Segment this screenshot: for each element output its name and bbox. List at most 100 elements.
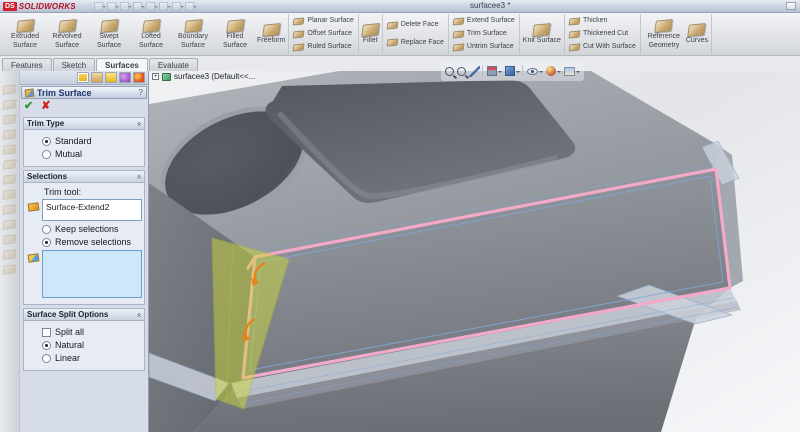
help-icon[interactable]: ? — [139, 88, 143, 97]
tab-surfaces[interactable]: Surfaces — [96, 58, 148, 71]
radio-label: Mutual — [55, 149, 83, 159]
propertymanager-tab-icon[interactable] — [77, 72, 89, 83]
filled-surface-button[interactable]: Filled Surface — [214, 17, 256, 50]
natural-radio[interactable]: Natural — [42, 340, 142, 350]
display-style-button[interactable] — [505, 65, 524, 77]
tab-sketch[interactable]: Sketch — [52, 58, 96, 71]
split-all-checkbox[interactable]: Split all — [42, 327, 142, 337]
trim-type-section-header[interactable]: Trim Type « — [24, 118, 144, 130]
chevron-down-icon[interactable] — [516, 71, 520, 75]
options-button[interactable] — [184, 1, 197, 11]
chevron-down-icon[interactable] — [557, 71, 561, 75]
standard-radio[interactable]: Standard — [42, 136, 142, 146]
thicken-button[interactable]: Thicken — [567, 15, 610, 27]
freeform-icon — [2, 174, 17, 185]
revolved-surface-button[interactable]: Revolved Surface — [46, 17, 88, 50]
extend-surface-icon — [452, 16, 465, 26]
part-icon — [162, 72, 171, 81]
trim-tool-face-icon — [27, 202, 40, 212]
surface-split-options-section: Surface Split Options « Split all Natura… — [23, 308, 145, 371]
delete-face-icon — [2, 249, 17, 260]
selections-body: Trim tool: Surface-Extend2 Keep selectio… — [24, 183, 144, 304]
boundary-surface-icon — [183, 19, 203, 34]
property-manager-panel: Trim Surface ? ✔ ✘ Trim Type « Standard — [20, 71, 149, 432]
hide-show-items-button[interactable] — [527, 67, 543, 75]
tab-evaluate[interactable]: Evaluate — [148, 58, 198, 71]
filled-surface-icon — [225, 19, 245, 34]
surface-split-options-header[interactable]: Surface Split Options « — [24, 309, 144, 321]
tree-expand-icon[interactable]: + — [152, 73, 159, 80]
linear-radio[interactable]: Linear — [42, 353, 142, 363]
ruled-surface-button[interactable]: Ruled Surface — [291, 41, 353, 53]
trim-tool-label: Trim tool: — [44, 187, 82, 197]
configuration-manager-tab-icon[interactable] — [91, 72, 103, 83]
delete-face-button[interactable]: Delete Face — [385, 19, 441, 31]
cancel-button[interactable]: ✘ — [41, 101, 50, 112]
chevron-down-icon[interactable] — [576, 71, 580, 75]
mutual-radio[interactable]: Mutual — [42, 149, 142, 159]
freeform-button[interactable]: Freeform — [256, 21, 286, 46]
office-products-tab-icon[interactable] — [133, 72, 145, 83]
reference-geometry-icon — [654, 19, 674, 34]
untrim-surface-button[interactable]: Untrim Surface — [451, 41, 516, 53]
zoom-to-area-button[interactable] — [457, 66, 466, 76]
radio-label: Linear — [55, 353, 81, 363]
fillet-button[interactable]: Fillet — [360, 21, 380, 46]
extruded-surface-icon — [2, 84, 17, 95]
cut-with-surface-icon — [568, 42, 581, 52]
print-button[interactable] — [132, 1, 145, 11]
zoom-to-fit-button[interactable] — [445, 66, 454, 76]
curves-icon — [687, 23, 707, 38]
radio-circle — [42, 136, 51, 146]
toolbar-group: Extend Surface Trim Surface Untrim Surface — [449, 14, 520, 54]
window-menu-button[interactable] — [786, 2, 796, 10]
pieces-to-remove-selection-box[interactable] — [42, 250, 142, 298]
swept-surface-button[interactable]: Swept Surface — [88, 17, 130, 50]
chevron-down-icon[interactable] — [498, 71, 502, 75]
new-button[interactable] — [93, 1, 106, 11]
section-title: Surface Split Options — [27, 310, 109, 319]
trim-tool-selection-box[interactable]: Surface-Extend2 — [42, 199, 142, 221]
lofted-surface-button[interactable]: Lofted Surface — [130, 17, 172, 50]
ok-button[interactable]: ✔ — [24, 101, 33, 112]
collapse-chevron-icon: « — [134, 121, 144, 126]
surfaces-toolbar: Extruded Surface Revolved Surface Swept Su… — [0, 13, 800, 56]
edit-appearance-icon — [546, 66, 556, 76]
graphics-viewport[interactable]: + surfacee3 (Default<<... — [149, 61, 800, 432]
edit-appearance-button[interactable] — [546, 66, 561, 76]
apply-scene-button[interactable] — [564, 66, 580, 76]
dimxpert-tab-icon[interactable] — [105, 72, 117, 83]
view-settings-button[interactable] — [469, 65, 484, 77]
button-label: Filled Surface — [222, 33, 248, 49]
undo-button[interactable] — [145, 1, 158, 11]
rebuild-button[interactable] — [171, 1, 184, 11]
tab-features[interactable]: Features — [2, 58, 52, 71]
offset-surface-button[interactable]: Offset Surface — [291, 28, 354, 40]
keep-selections-radio[interactable]: Keep selections — [42, 224, 142, 234]
feature-tree-root[interactable]: + surfacee3 (Default<<... — [152, 72, 255, 81]
model-view — [149, 71, 743, 432]
save-button[interactable] — [119, 1, 132, 11]
knit-surface-button[interactable]: Knit Surface — [522, 21, 562, 46]
toolbar-group: Knit Surface — [520, 14, 565, 54]
checkbox-square — [42, 327, 51, 337]
planar-surface-button[interactable]: Planar Surface — [291, 15, 355, 27]
curves-button[interactable]: Curves — [685, 21, 709, 46]
remove-selections-radio[interactable]: Remove selections — [42, 237, 142, 247]
toolbar-group: Reference Geometry Curves — [641, 14, 713, 54]
selections-section-header[interactable]: Selections « — [24, 171, 144, 183]
trim-surface-button[interactable]: Trim Surface — [451, 28, 509, 40]
redo-button[interactable] — [158, 1, 171, 11]
cut-with-surface-button[interactable]: Cut With Surface — [567, 41, 638, 53]
open-button[interactable] — [106, 1, 119, 11]
chevron-down-icon[interactable] — [539, 71, 543, 75]
button-label: Swept Surface — [96, 33, 122, 49]
extruded-surface-button[interactable]: Extruded Surface — [4, 17, 46, 50]
thickened-cut-button[interactable]: Thickened Cut — [567, 28, 630, 40]
extend-surface-button[interactable]: Extend Surface — [451, 15, 517, 27]
replace-face-button[interactable]: Replace Face — [385, 37, 446, 49]
boundary-surface-button[interactable]: Boundary Surface — [172, 17, 214, 50]
reference-geometry-button[interactable]: Reference Geometry — [643, 17, 685, 50]
display-manager-tab-icon[interactable] — [119, 72, 131, 83]
view-orientation-button[interactable] — [487, 66, 502, 76]
